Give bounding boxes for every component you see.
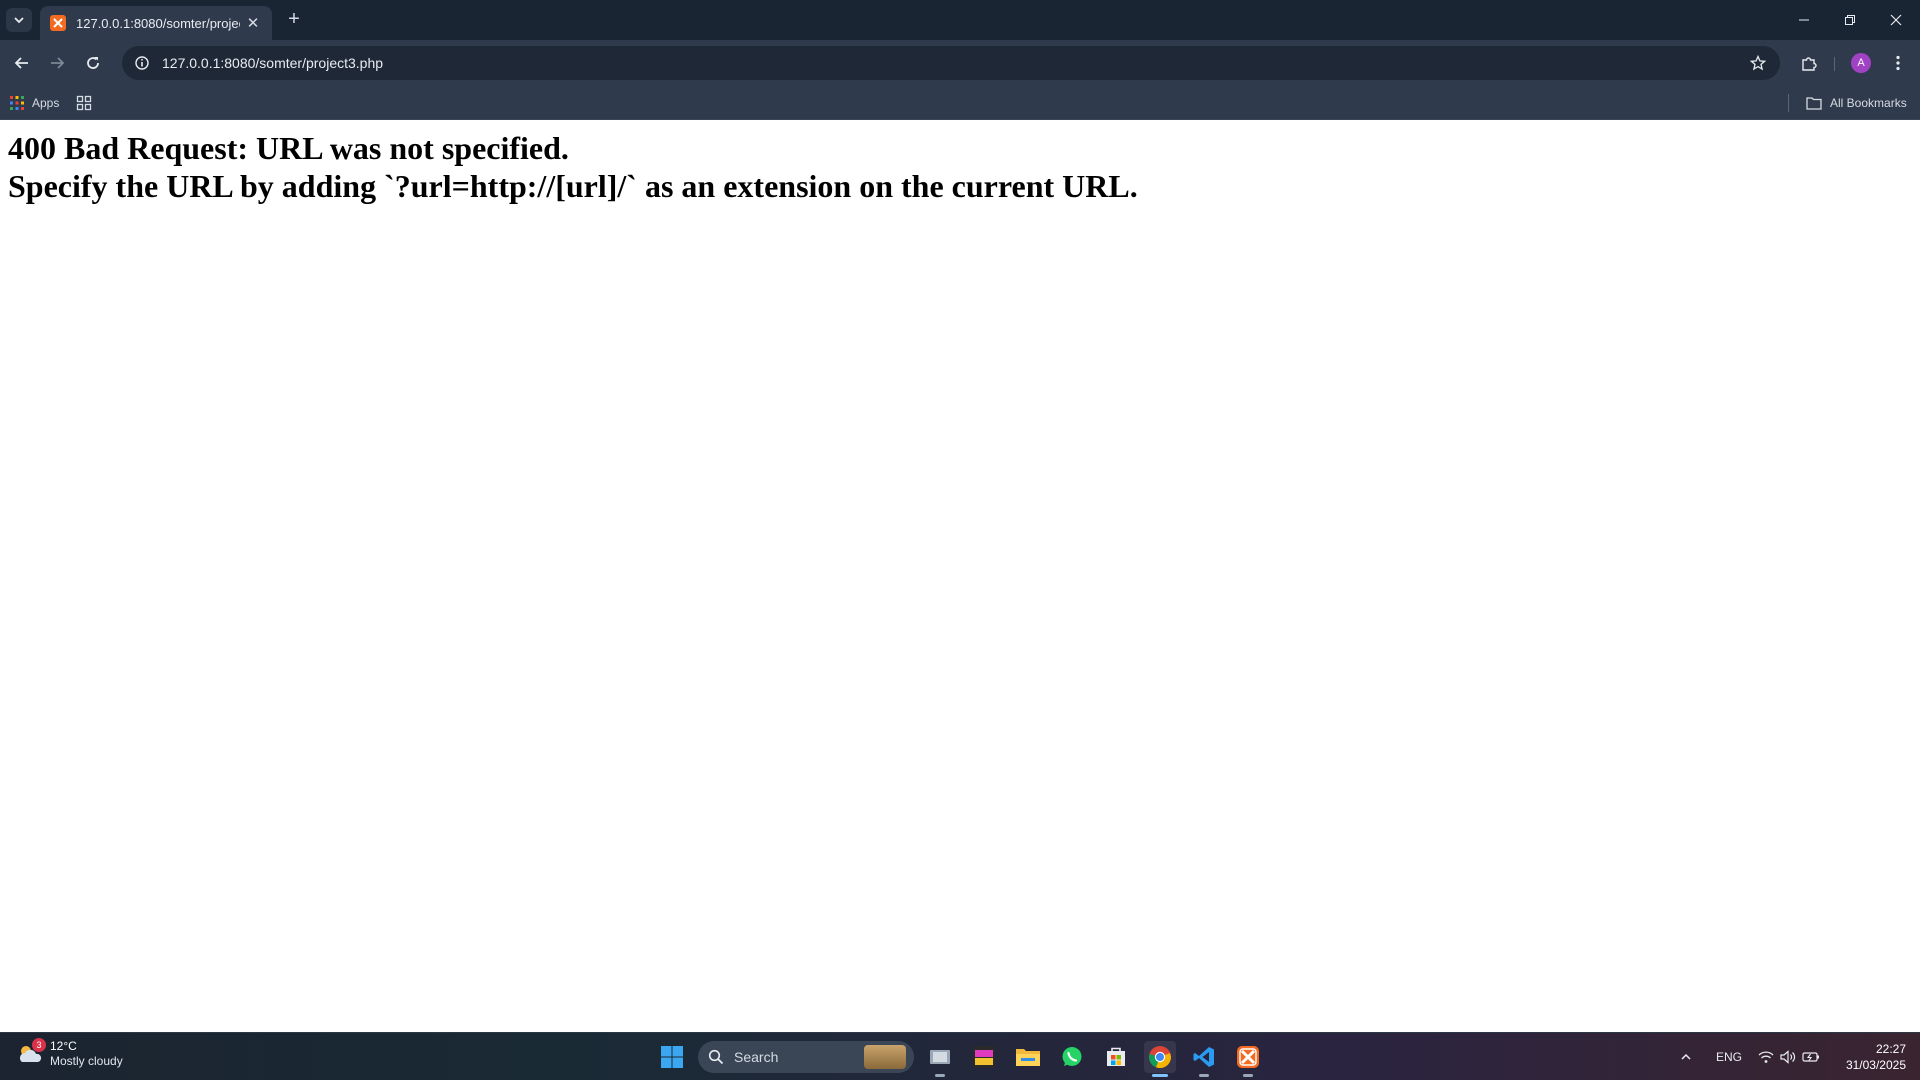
weather-badge: 3 — [32, 1038, 46, 1052]
whatsapp-icon — [1062, 1047, 1082, 1066]
puzzle-icon — [1802, 57, 1817, 71]
bookmarks-divider — [1788, 94, 1789, 112]
running-indicator — [935, 1074, 945, 1077]
game-app-icon — [973, 1046, 995, 1068]
restore-button[interactable] — [1830, 6, 1870, 34]
browser-toolbar: 127.0.0.1:8080/somter/project3.php A — [0, 40, 1920, 86]
wifi-icon — [1758, 1051, 1774, 1063]
running-indicator — [1199, 1074, 1209, 1077]
weather-desc: Mostly cloudy — [50, 1054, 123, 1068]
weather-temp: 12°C — [50, 1039, 77, 1053]
search-icon — [708, 1049, 724, 1065]
volume-icon — [1780, 1050, 1796, 1064]
clock-date: 31/03/2025 — [1845, 1058, 1906, 1072]
taskbar-task-view[interactable] — [924, 1041, 956, 1077]
menu-button[interactable] — [1884, 49, 1912, 77]
taskbar-xampp[interactable] — [1232, 1041, 1264, 1077]
site-info-icon[interactable] — [128, 49, 156, 77]
all-bookmarks-label: All Bookmarks — [1830, 96, 1907, 110]
reload-button[interactable] — [79, 49, 107, 77]
running-indicator — [1243, 1074, 1253, 1077]
tab-active[interactable]: 127.0.0.1:8080/somter/project3.php ✕ — [40, 6, 272, 40]
avatar: A — [1851, 53, 1871, 73]
error-instructions: Specify the URL by adding `?url=http://[… — [8, 168, 1138, 204]
tab-close-icon[interactable]: ✕ — [244, 14, 262, 32]
tray-overflow-button[interactable] — [1680, 1033, 1692, 1081]
forward-button[interactable] — [43, 49, 71, 77]
close-icon — [1890, 14, 1902, 26]
all-bookmarks-button[interactable]: All Bookmarks — [1806, 93, 1907, 113]
clock[interactable]: 22:27 31/03/2025 — [1832, 1041, 1906, 1073]
taskbar-chrome[interactable] — [1144, 1041, 1176, 1077]
chrome-icon — [1149, 1046, 1172, 1069]
tab-strip: 127.0.0.1:8080/somter/project3.php ✕ + — [0, 0, 1920, 40]
bookmark-apps[interactable]: Apps — [10, 93, 59, 113]
taskbar-whatsapp[interactable] — [1056, 1041, 1088, 1073]
xampp-favicon-icon — [50, 15, 66, 31]
url-text[interactable]: 127.0.0.1:8080/somter/project3.php — [162, 55, 383, 71]
address-bar[interactable]: 127.0.0.1:8080/somter/project3.php — [122, 46, 1780, 80]
folder-icon — [1806, 97, 1822, 110]
taskbar: 3 12°C Mostly cloudy Search ENG 22:27 31… — [0, 1032, 1920, 1080]
store-icon — [1107, 1047, 1125, 1066]
vscode-icon — [1193, 1047, 1214, 1067]
language-label: ENG — [1716, 1050, 1743, 1064]
bookmark-star-icon[interactable] — [1748, 53, 1768, 73]
extensions-button[interactable] — [1795, 49, 1823, 77]
clock-time: 22:27 — [1875, 1042, 1906, 1056]
windows-icon — [661, 1046, 683, 1068]
bookmarks-bar: Apps All Bookmarks — [0, 86, 1920, 120]
reload-icon — [87, 57, 99, 69]
taskbar-vscode[interactable] — [1188, 1041, 1220, 1077]
restore-icon — [1845, 15, 1855, 25]
task-view-icon — [930, 1050, 950, 1064]
tab-title: 127.0.0.1:8080/somter/project3.php — [76, 15, 240, 31]
active-indicator — [1152, 1074, 1168, 1077]
chevron-up-icon — [1681, 1053, 1691, 1060]
close-window-button[interactable] — [1876, 6, 1916, 34]
page-content: 400 Bad Request: URL was not specified. … — [0, 120, 1920, 1032]
weather-widget[interactable]: 3 12°C Mostly cloudy — [16, 1038, 123, 1069]
arrow-right-icon — [51, 57, 65, 69]
error-heading: 400 Bad Request: URL was not specified. — [8, 130, 569, 166]
more-vert-icon — [1896, 55, 1900, 71]
new-tab-button[interactable]: + — [282, 8, 306, 32]
taskbar-microsoft-store[interactable] — [1100, 1041, 1132, 1073]
apps-grid-icon — [10, 96, 24, 110]
taskbar-search[interactable]: Search — [698, 1041, 914, 1073]
language-indicator[interactable]: ENG — [1716, 1033, 1742, 1081]
start-button[interactable] — [656, 1041, 688, 1073]
tab-groups-icon[interactable] — [76, 95, 92, 111]
toolbar-divider — [1834, 57, 1835, 71]
minimize-icon — [1799, 19, 1809, 21]
apps-label: Apps — [32, 96, 60, 110]
taskbar-file-explorer[interactable] — [1012, 1041, 1044, 1073]
battery-icon — [1802, 1052, 1819, 1062]
back-button[interactable] — [8, 49, 36, 77]
cloud-sun-icon: 3 — [16, 1038, 46, 1068]
search-label: Search — [734, 1049, 779, 1065]
arrow-left-icon — [14, 57, 28, 69]
minimize-button[interactable] — [1784, 6, 1824, 34]
profile-button[interactable]: A — [1847, 49, 1875, 77]
search-highlight-image — [864, 1045, 906, 1069]
tab-search-button[interactable] — [6, 8, 32, 32]
chevron-down-icon — [14, 17, 24, 24]
quick-settings[interactable] — [1758, 1033, 1820, 1081]
folder-icon — [1016, 1049, 1040, 1066]
xampp-icon — [1237, 1046, 1259, 1068]
taskbar-game-app[interactable] — [968, 1041, 1000, 1073]
